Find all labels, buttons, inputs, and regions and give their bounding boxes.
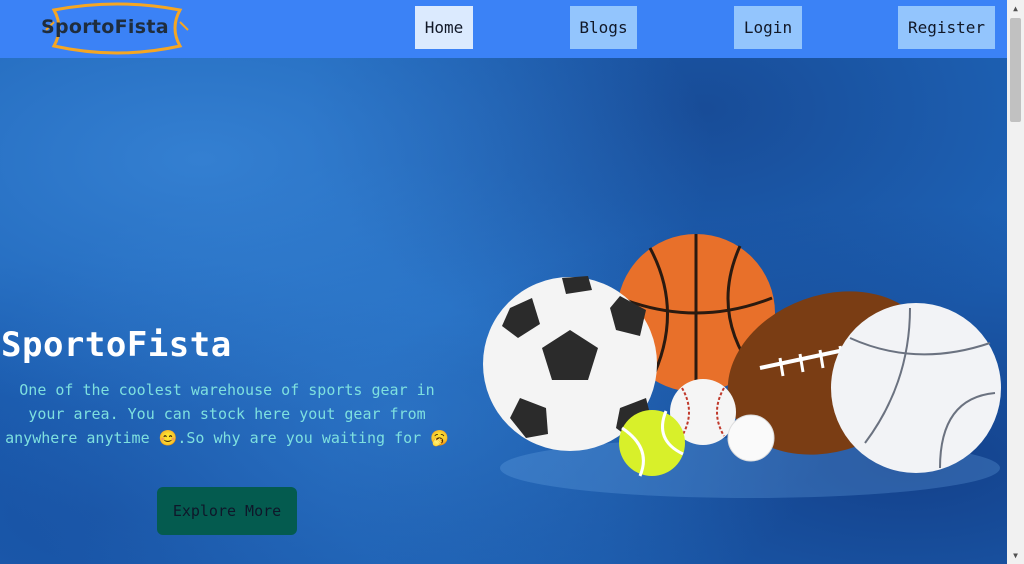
navbar: SportoFista Home Blogs Login Register [0,0,1007,58]
nav-blogs-button[interactable]: Blogs [570,6,637,49]
scrollbar-thumb[interactable] [1010,18,1021,122]
nav-login-button[interactable]: Login [734,6,802,49]
yawning-face-icon: 🥱 [430,429,449,447]
logo[interactable]: SportoFista [32,0,202,58]
smiling-face-icon: 😊 [158,429,178,447]
sports-balls-image [483,234,1001,498]
tennis-ball-icon [619,410,685,477]
logo-text: SportoFista [41,16,169,38]
explore-more-button[interactable]: Explore More [157,487,297,535]
hero-description: One of the coolest warehouse of sports g… [0,378,454,450]
hero-section: SportoFista One of the coolest warehouse… [0,58,1007,564]
golf-ball-icon [727,414,775,462]
scroll-down-arrow-icon[interactable]: ▼ [1007,547,1024,564]
scroll-up-arrow-icon[interactable]: ▲ [1007,0,1024,17]
hero-title: SportoFista [1,325,232,365]
vertical-scrollbar[interactable]: ▲ ▼ [1007,0,1024,564]
nav-register-button[interactable]: Register [898,6,995,49]
nav-home-button[interactable]: Home [415,6,473,49]
hero-description-part2: .So why are you waiting for [177,429,431,447]
volleyball-icon [831,303,1001,473]
